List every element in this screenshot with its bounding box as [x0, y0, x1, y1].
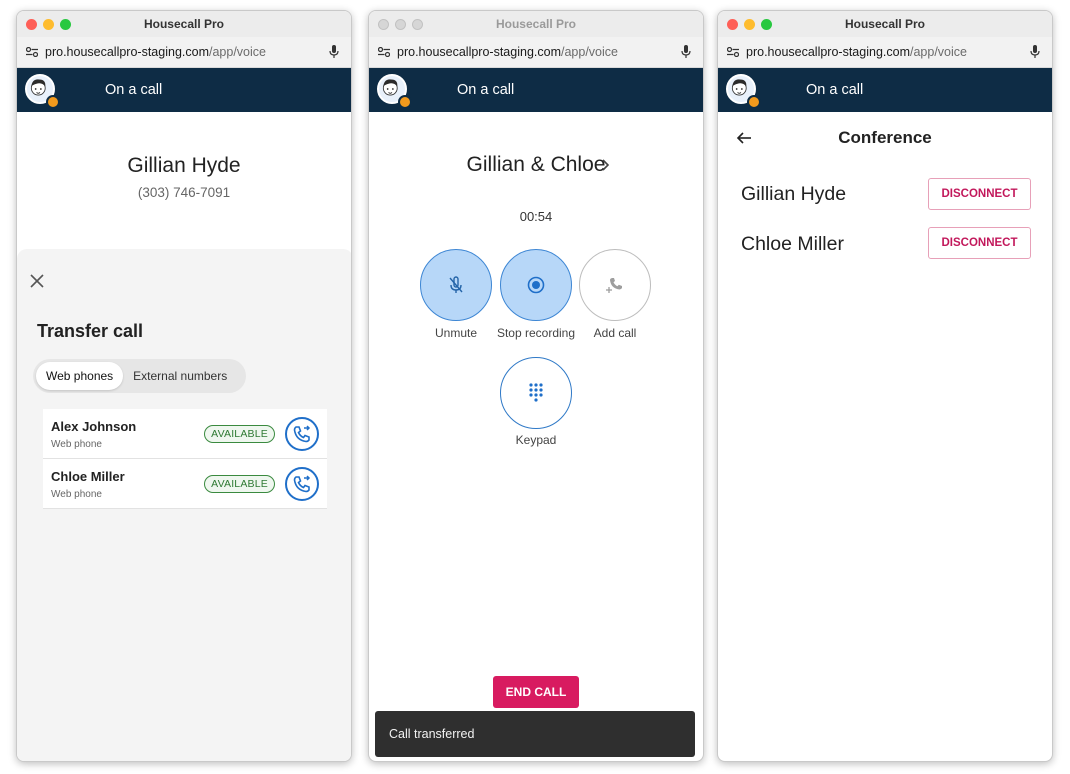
contact-phone: (303) 746-7091: [137, 185, 231, 200]
contact-name-label: Alex Johnson: [51, 419, 137, 434]
minimize-window-button[interactable]: [43, 19, 54, 30]
list-item: Alex Johnson Web phone AVAILABLE: [43, 409, 327, 459]
call-timer: 00:54: [519, 209, 553, 224]
call-title[interactable]: Gillian & Chloe: [369, 153, 703, 177]
keypad-button[interactable]: [500, 357, 572, 429]
microphone-icon[interactable]: [1030, 45, 1040, 59]
close-window-button[interactable]: [727, 19, 738, 30]
url-path: /app/voice: [208, 45, 266, 59]
tab-external-numbers[interactable]: External numbers: [123, 362, 237, 390]
disconnect-button[interactable]: DISCONNECT: [928, 178, 1031, 210]
transfer-tabs: Web phones External numbers: [33, 359, 246, 393]
snackbar-toast: Call transferred: [375, 711, 695, 757]
call-status-title: On a call: [105, 82, 163, 98]
contact-type-label: Web phone: [51, 489, 102, 500]
sheet-title: Transfer call: [37, 321, 144, 341]
keypad-label: Keypad: [515, 433, 557, 447]
microphone-icon[interactable]: [329, 45, 339, 59]
browser-window-call: Housecall Pro pro.housecallpro-staging.c…: [368, 10, 704, 762]
url-path: /app/voice: [560, 45, 618, 59]
window-controls: [378, 19, 423, 30]
keypad-icon: [529, 383, 543, 402]
list-item: Chloe Miller Web phone AVAILABLE: [43, 459, 327, 509]
window-title: Housecall Pro: [495, 17, 577, 31]
unmute-button[interactable]: [420, 249, 492, 321]
call-status-title: On a call: [806, 82, 864, 98]
maximize-window-button[interactable]: [761, 19, 772, 30]
address-bar[interactable]: pro.housecallpro-staging.com/app/voice: [718, 37, 1052, 68]
participant-name: Chloe Miller: [741, 233, 844, 255]
contact-list: Alex Johnson Web phone AVAILABLE Chloe M…: [43, 409, 327, 509]
url-host: pro.housecallpro-staging.com: [45, 45, 209, 59]
browser-window-transfer: Housecall Pro pro.housecallpro-staging.c…: [16, 10, 352, 762]
mic-off-icon: [449, 276, 463, 293]
presence-status-dot: [747, 95, 761, 109]
stop-recording-button[interactable]: [500, 249, 572, 321]
window-title: Housecall Pro: [143, 17, 225, 31]
contact-type-label: Web phone: [51, 439, 102, 450]
add-call-icon: [606, 278, 622, 293]
minimize-window-button[interactable]: [395, 19, 406, 30]
contact-name-label: Chloe Miller: [51, 469, 125, 484]
maximize-window-button[interactable]: [60, 19, 71, 30]
close-window-button[interactable]: [26, 19, 37, 30]
microphone-icon[interactable]: [681, 45, 691, 59]
url-path: /app/voice: [909, 45, 967, 59]
record-icon: [527, 276, 545, 294]
window-titlebar: Housecall Pro: [369, 11, 703, 37]
status-badge: AVAILABLE: [204, 475, 275, 493]
presence-status-dot: [398, 95, 412, 109]
transfer-button[interactable]: [285, 417, 319, 451]
minimize-window-button[interactable]: [744, 19, 755, 30]
call-status-title: On a call: [457, 82, 515, 98]
contact-name: Gillian Hyde: [127, 154, 241, 177]
chevron-right-icon[interactable]: [601, 157, 611, 173]
window-controls: [26, 19, 71, 30]
call-status-bar: On a call: [369, 68, 703, 112]
presence-status-dot: [46, 95, 60, 109]
url-host: pro.housecallpro-staging.com: [397, 45, 561, 59]
maximize-window-button[interactable]: [412, 19, 423, 30]
window-title: Housecall Pro: [844, 17, 926, 31]
call-status-bar: On a call: [17, 68, 351, 112]
site-settings-icon[interactable]: [26, 47, 38, 57]
site-settings-icon[interactable]: [727, 47, 739, 57]
site-settings-icon[interactable]: [378, 47, 390, 57]
phone-transfer-icon: [293, 475, 311, 493]
phone-transfer-icon: [293, 425, 311, 443]
status-badge: AVAILABLE: [204, 425, 275, 443]
address-bar[interactable]: pro.housecallpro-staging.com/app/voice: [369, 37, 703, 68]
add-call-label: Add call: [593, 326, 637, 340]
transfer-button[interactable]: [285, 467, 319, 501]
tab-web-phones[interactable]: Web phones: [36, 362, 124, 390]
end-call-button[interactable]: END CALL: [493, 676, 579, 708]
window-titlebar: Housecall Pro: [718, 11, 1052, 37]
page-title: Conference: [838, 128, 932, 147]
window-titlebar: Housecall Pro: [17, 11, 351, 37]
close-icon[interactable]: [29, 273, 45, 289]
participant-name: Gillian Hyde: [741, 183, 847, 205]
disconnect-button[interactable]: DISCONNECT: [928, 227, 1031, 259]
add-call-button[interactable]: [579, 249, 651, 321]
window-controls: [727, 19, 772, 30]
close-window-button[interactable]: [378, 19, 389, 30]
address-bar[interactable]: pro.housecallpro-staging.com/app/voice: [17, 37, 351, 68]
browser-window-conference: Housecall Pro pro.housecallpro-staging.c…: [717, 10, 1053, 762]
transfer-sheet: Transfer call Web phones External number…: [17, 249, 351, 761]
call-status-bar: On a call: [718, 68, 1052, 112]
url-host: pro.housecallpro-staging.com: [746, 45, 910, 59]
